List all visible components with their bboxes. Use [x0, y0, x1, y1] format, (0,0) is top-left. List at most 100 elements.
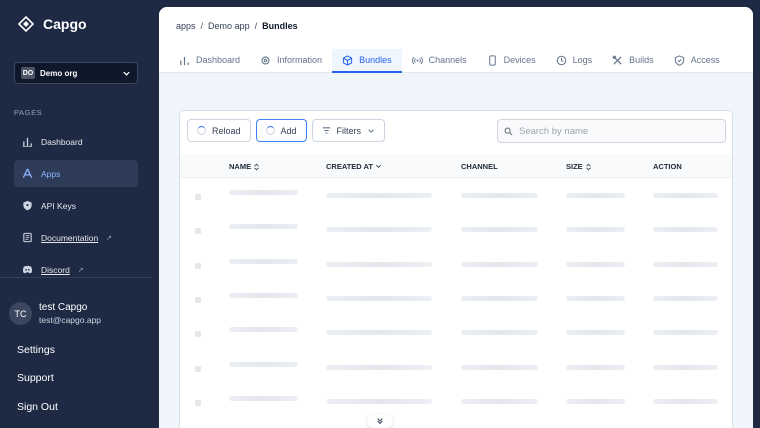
column-header-action: ACTION	[653, 162, 682, 171]
sidebar-item-documentation[interactable]: Documentation ↗	[14, 224, 138, 251]
scroll-down-button[interactable]	[367, 414, 393, 428]
skeleton-cell	[653, 227, 718, 233]
org-name: Demo org	[40, 68, 78, 78]
support-link[interactable]: Support	[17, 372, 54, 384]
skeleton-cell	[566, 364, 625, 370]
capgo-logo-icon	[18, 16, 34, 32]
filter-icon	[322, 127, 330, 134]
external-link-icon: ↗	[106, 234, 113, 242]
skeleton-cell	[653, 398, 718, 404]
skeleton-cell	[326, 193, 432, 198]
sort-desc-icon	[375, 164, 381, 169]
tab-information[interactable]: Information	[250, 49, 332, 73]
tab-label: Bundles	[359, 55, 392, 65]
row-checkbox-placeholder	[195, 194, 201, 200]
chevron-down-icon	[123, 71, 130, 76]
tab-label: Information	[277, 55, 323, 65]
table-row	[180, 387, 732, 421]
shield-check-icon	[674, 54, 684, 66]
skeleton-cell	[461, 261, 538, 267]
search-box[interactable]	[497, 119, 726, 143]
skeleton-cell	[326, 364, 432, 370]
tab-bundles[interactable]: Bundles	[332, 49, 402, 73]
skeleton-cell	[461, 193, 538, 198]
column-header-channel: CHANNEL	[461, 162, 498, 171]
table-row	[180, 353, 732, 387]
skeleton-cell	[566, 295, 625, 301]
sidebar: Capgo DO Demo org PAGES Dashboard Apps A…	[0, 0, 152, 428]
reload-button[interactable]: Reload	[187, 119, 251, 142]
sidebar-item-apps[interactable]: Apps	[14, 160, 138, 187]
skeleton-cell	[566, 261, 625, 267]
chart-bar-icon	[22, 137, 33, 147]
breadcrumb-separator: /	[200, 21, 204, 31]
skeleton-cell	[566, 193, 625, 198]
section-label-pages: PAGES	[14, 108, 43, 117]
tab-devices[interactable]: Devices	[477, 49, 546, 73]
row-checkbox-placeholder	[195, 365, 201, 372]
main-panel: apps / Demo app / Bundles Dashboard Info…	[159, 7, 753, 428]
breadcrumb-separator: /	[254, 21, 258, 31]
tab-access[interactable]: Access	[664, 49, 730, 73]
table-row	[180, 318, 732, 352]
filters-button[interactable]: Filters	[311, 119, 386, 142]
tab-logs[interactable]: Logs	[546, 49, 603, 73]
sidebar-item-api-keys[interactable]: API Keys	[14, 192, 138, 219]
sort-icon	[254, 163, 259, 170]
row-checkbox-placeholder	[195, 399, 201, 406]
breadcrumb: apps / Demo app / Bundles	[176, 21, 298, 31]
user-profile[interactable]: TC test Capgo test@capgo.app	[9, 302, 101, 325]
bundles-content: Reload Add Filters NAME	[159, 74, 753, 428]
sidebar-item-dashboard[interactable]: Dashboard	[14, 128, 138, 155]
org-badge: DO	[21, 67, 35, 79]
search-input[interactable]	[519, 125, 719, 137]
table-row	[180, 250, 732, 284]
settings-link[interactable]: Settings	[17, 344, 55, 356]
apps-icon	[22, 168, 33, 178]
shield-key-icon	[23, 200, 32, 211]
skeleton-cell	[461, 295, 538, 301]
skeleton-cell	[326, 227, 432, 233]
org-selector[interactable]: DO Demo org	[14, 62, 138, 84]
column-header-created-at[interactable]: CREATED AT	[326, 162, 382, 171]
loading-spinner-icon	[197, 126, 206, 135]
breadcrumb-apps[interactable]: apps	[176, 21, 196, 31]
table-toolbar: Reload Add Filters	[187, 119, 386, 142]
skeleton-cell	[461, 227, 538, 233]
tab-label: Dashboard	[196, 55, 241, 65]
tab-label: Devices	[503, 55, 536, 65]
skeleton-cell	[566, 330, 625, 336]
row-checkbox-placeholder	[195, 331, 201, 338]
skeleton-cell	[229, 224, 298, 230]
sidebar-item-label: Dashboard	[41, 136, 83, 147]
sign-out-link[interactable]: Sign Out	[17, 401, 58, 413]
external-link-icon: ↗	[77, 266, 84, 274]
skeleton-cell	[461, 364, 538, 370]
skeleton-cell	[653, 261, 718, 267]
breadcrumb-bundles: Bundles	[262, 21, 298, 31]
skeleton-cell	[653, 295, 718, 301]
column-header-size[interactable]: SIZE	[566, 162, 592, 171]
brand[interactable]: Capgo	[18, 16, 87, 32]
tools-icon	[612, 55, 622, 65]
chart-bar-icon	[180, 56, 189, 65]
topbar: apps / Demo app / Bundles Dashboard Info…	[159, 7, 753, 73]
skeleton-cell	[229, 361, 298, 367]
sidebar-item-label: Discord	[41, 264, 70, 275]
skeleton-cell	[326, 295, 432, 301]
tab-builds[interactable]: Builds	[602, 49, 664, 73]
skeleton-cell	[229, 395, 298, 401]
skeleton-cell	[229, 190, 298, 195]
breadcrumb-demo-app[interactable]: Demo app	[208, 21, 250, 31]
add-button[interactable]: Add	[255, 119, 307, 142]
cube-icon	[342, 54, 353, 66]
row-checkbox-placeholder	[195, 262, 201, 269]
gear-icon	[261, 55, 270, 65]
skeleton-cell	[326, 398, 432, 404]
tab-dashboard[interactable]: Dashboard	[169, 49, 250, 73]
broadcast-icon	[411, 56, 423, 64]
add-label: Add	[280, 125, 297, 136]
tab-channels[interactable]: Channels	[402, 49, 477, 73]
sidebar-item-label: Documentation	[41, 232, 99, 243]
column-header-name[interactable]: NAME	[229, 162, 260, 171]
